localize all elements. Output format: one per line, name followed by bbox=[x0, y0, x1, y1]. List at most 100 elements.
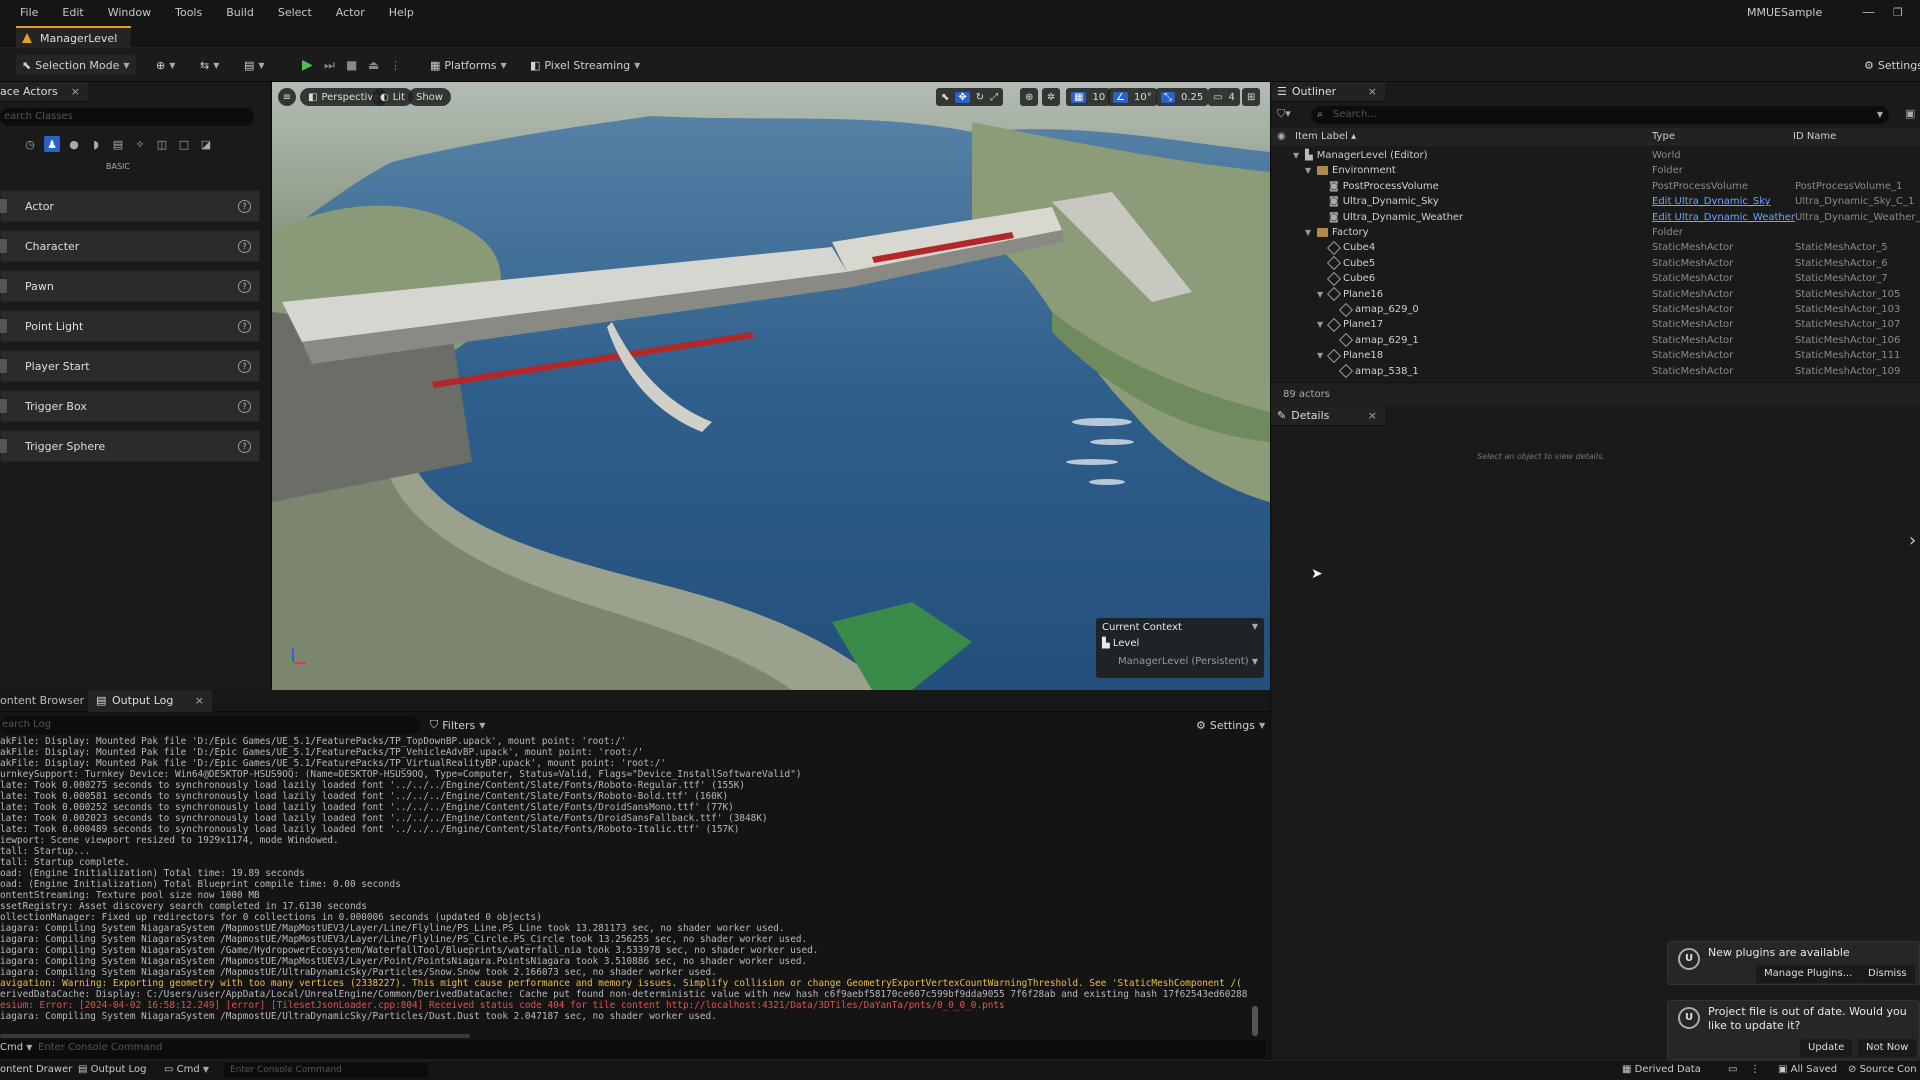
outliner-row[interactable]: ◙ Ultra_Dynamic_Sky Edit Ultra_Dynamic_Sky… bbox=[1271, 194, 1920, 209]
level-viewport[interactable]: ≡ ◧ Perspective ◐ Lit Show ⬉ ✥ ↻ ⤢ ⊕ ✲ ▦ 10… bbox=[272, 82, 1270, 690]
filters-button[interactable]: ⛉ Filters ▼ bbox=[424, 715, 491, 735]
viewport-options-button[interactable]: ≡ bbox=[278, 88, 296, 106]
rotation-snap-button[interactable]: ∠ 10° bbox=[1108, 88, 1157, 106]
log-search-input[interactable]: earch Log bbox=[0, 716, 420, 734]
place-actors-tab[interactable]: ace Actors × bbox=[0, 82, 88, 102]
place-item-point-light[interactable]: Point Light? bbox=[0, 310, 260, 342]
select-tool-icon[interactable]: ⬉ bbox=[941, 92, 949, 103]
status-console-input[interactable]: Enter Console Command bbox=[224, 1063, 428, 1078]
help-icon[interactable]: ? bbox=[238, 439, 251, 453]
menu-edit[interactable]: Edit bbox=[50, 0, 95, 26]
expand-arrow-icon[interactable]: ▼ bbox=[1317, 348, 1325, 363]
search-classes-input[interactable]: earch Classes bbox=[0, 108, 254, 126]
not-now-button[interactable]: Not Now bbox=[1858, 1039, 1917, 1057]
coordinate-space-button[interactable]: ⊕ bbox=[1020, 88, 1039, 106]
minimize-icon[interactable]: — bbox=[1862, 0, 1875, 26]
more-vertical-icon[interactable]: ⋮ bbox=[1750, 1064, 1760, 1075]
menu-tools[interactable]: Tools bbox=[163, 0, 214, 26]
outliner-row-type[interactable]: Edit Ultra_Dynamic_Weather bbox=[1652, 210, 1795, 225]
status-output-log-button[interactable]: ▤ Output Log bbox=[78, 1064, 146, 1075]
maximize-icon[interactable]: ❐ bbox=[1893, 0, 1903, 26]
scale-tool-icon[interactable]: ⤢ bbox=[990, 92, 998, 103]
outliner-row[interactable]: ◙ Ultra_Dynamic_Weather Edit Ultra_Dynamic… bbox=[1271, 210, 1920, 225]
outliner-row[interactable]: Cube6 StaticMeshActor StaticMeshActor_7 bbox=[1271, 271, 1920, 286]
dismiss-button[interactable]: Dismiss bbox=[1860, 965, 1915, 983]
source-control-button[interactable]: ⊘ Source Con bbox=[1848, 1064, 1917, 1075]
close-icon[interactable]: × bbox=[1368, 85, 1377, 98]
outliner-row[interactable]: ◙ PostProcessVolume PostProcessVolume PostP… bbox=[1271, 179, 1920, 194]
manage-plugins-button[interactable]: Manage Plugins... bbox=[1756, 965, 1861, 983]
place-item-trigger-box[interactable]: Trigger Box? bbox=[0, 390, 260, 422]
log-scrollbar[interactable] bbox=[1252, 1006, 1258, 1036]
close-icon[interactable]: × bbox=[195, 690, 204, 712]
help-icon[interactable]: ? bbox=[238, 399, 251, 413]
column-id-name[interactable]: ID Name bbox=[1793, 128, 1836, 146]
details-tab[interactable]: ✎ Details × bbox=[1271, 406, 1385, 426]
column-type[interactable]: Type bbox=[1652, 128, 1675, 146]
recent-icon[interactable]: ◷ bbox=[22, 136, 38, 152]
scale-snap-button[interactable]: ⤡ 0.25 bbox=[1156, 88, 1209, 106]
outliner-row[interactable]: ▼ Factory Folder bbox=[1271, 225, 1920, 240]
outliner-row[interactable]: Cube5 StaticMeshActor StaticMeshActor_6 bbox=[1271, 256, 1920, 271]
cinematic-icon[interactable]: ▤ bbox=[110, 136, 126, 152]
expand-arrow-icon[interactable]: ▼ bbox=[1317, 317, 1325, 332]
outliner-row-type[interactable]: Edit Ultra_Dynamic_Sky bbox=[1652, 194, 1771, 209]
menu-select[interactable]: Select bbox=[266, 0, 324, 26]
help-icon[interactable]: ? bbox=[238, 199, 251, 213]
all-classes-icon[interactable]: ◪ bbox=[198, 136, 214, 152]
derived-data-button[interactable]: ▦ Derived Data bbox=[1622, 1064, 1701, 1075]
outliner-tab[interactable]: ☰ Outliner × bbox=[1271, 82, 1385, 102]
filter-icon[interactable]: ⛉▾ bbox=[1277, 107, 1291, 121]
log-output[interactable]: akFile: Display: Mounted Pak file 'D:/Ep… bbox=[0, 736, 1262, 1026]
play-options-button[interactable]: ⋮ bbox=[384, 55, 407, 75]
add-folder-icon[interactable]: ▣ bbox=[1905, 107, 1915, 120]
column-item-label[interactable]: Item Label ▴ bbox=[1295, 128, 1356, 146]
translate-tool-icon[interactable]: ✥ bbox=[955, 91, 970, 103]
menu-help[interactable]: Help bbox=[377, 0, 426, 26]
unreal-logo-icon[interactable] bbox=[0, 0, 8, 26]
visual-effects-icon[interactable]: ✧ bbox=[132, 136, 148, 152]
menu-window[interactable]: Window bbox=[96, 0, 163, 26]
outliner-row[interactable]: amap_538_1 StaticMeshActor StaticMeshActor… bbox=[1271, 364, 1920, 379]
status-cmd-select[interactable]: ▭ Cmd ▼ bbox=[164, 1064, 209, 1075]
surface-snap-button[interactable]: ✲ bbox=[1042, 88, 1061, 106]
rotate-tool-icon[interactable]: ↻ bbox=[976, 92, 984, 103]
outliner-search-input[interactable]: ⌕ Search... ▼ bbox=[1311, 106, 1889, 124]
pixel-streaming-button[interactable]: ◧ Pixel Streaming ▼ bbox=[524, 55, 646, 75]
close-icon[interactable]: × bbox=[1368, 409, 1377, 422]
save-status-button[interactable]: ▣ All Saved bbox=[1778, 1064, 1837, 1075]
place-item-trigger-sphere[interactable]: Trigger Sphere? bbox=[0, 430, 260, 462]
grid-snap-button[interactable]: ▦ 10 bbox=[1066, 88, 1111, 106]
console-cmd-select[interactable]: Cmd ▼ bbox=[0, 1042, 32, 1053]
maximize-viewport-button[interactable]: ⊞ bbox=[1242, 88, 1261, 106]
log-settings-button[interactable]: ⚙ Settings ▼ bbox=[1190, 715, 1271, 735]
update-button[interactable]: Update bbox=[1800, 1039, 1853, 1057]
help-icon[interactable]: ? bbox=[238, 279, 251, 293]
tab-content-browser[interactable]: ontent Browser bbox=[0, 690, 90, 712]
place-item-player-start[interactable]: Player Start? bbox=[0, 350, 260, 382]
chevron-right-icon[interactable]: › bbox=[1909, 530, 1916, 551]
tab-managerlevel[interactable]: ManagerLevel bbox=[16, 26, 132, 48]
help-icon[interactable]: ? bbox=[238, 239, 251, 253]
cinematics-button[interactable]: ▤ ▼ bbox=[238, 55, 271, 75]
outliner-row[interactable]: ▼ Plane18 StaticMeshActor StaticMeshActor_1… bbox=[1271, 348, 1920, 363]
menu-file[interactable]: File bbox=[8, 0, 50, 26]
expand-arrow-icon[interactable]: ▼ bbox=[1305, 225, 1313, 240]
scene-render[interactable] bbox=[272, 82, 1270, 690]
stop-button[interactable]: ■ bbox=[340, 55, 363, 75]
close-icon[interactable]: × bbox=[71, 85, 80, 98]
expand-arrow-icon[interactable]: ▼ bbox=[1305, 163, 1313, 178]
content-drawer-button[interactable]: ontent Drawer bbox=[0, 1064, 72, 1075]
camera-speed-button[interactable]: ▭ 4 bbox=[1208, 88, 1240, 106]
place-item-character[interactable]: Character? bbox=[0, 230, 260, 262]
expand-arrow-icon[interactable]: ▼ bbox=[1317, 287, 1325, 302]
basic-category-icon[interactable]: ♟ bbox=[44, 136, 60, 152]
volumes-icon[interactable]: □ bbox=[176, 136, 192, 152]
help-icon[interactable]: ? bbox=[238, 359, 251, 373]
menu-actor[interactable]: Actor bbox=[324, 0, 377, 26]
context-level-select[interactable]: ManagerLevel (Persistent) ▼ bbox=[1118, 656, 1258, 667]
expand-arrow-icon[interactable]: ▼ bbox=[1293, 148, 1301, 163]
selection-mode-button[interactable]: ⬉ Selection Mode ▼ bbox=[16, 55, 136, 75]
place-item-actor[interactable]: Actor? bbox=[0, 190, 260, 222]
settings-button[interactable]: ⚙ Settings bbox=[1858, 55, 1920, 75]
